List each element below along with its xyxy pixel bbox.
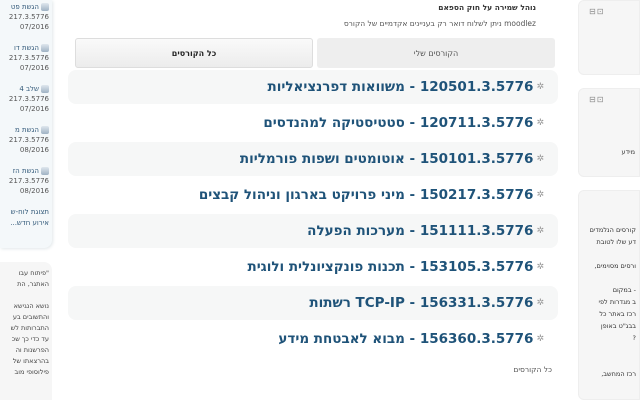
info-line: עד כדי כך שכ (11, 335, 49, 343)
info-line: הפרשנות וה (15, 346, 49, 354)
info-line: ורסים מסוימים, (594, 262, 636, 270)
course-icon: ✲ (536, 334, 544, 344)
tab-my-courses[interactable]: הקורסים שלי (317, 38, 555, 68)
event-course: 217.3.5776 (8, 54, 49, 62)
event-item[interactable]: הגשת מ 217.3.5776 08/2016 (2, 125, 49, 155)
info-line (2, 290, 49, 301)
course-icon: ✲ (536, 262, 544, 272)
course-icon: ✲ (536, 154, 544, 164)
event-date: 07/2016 (19, 105, 49, 113)
main-content: נוהל שמירה על חוק הספאם moodlez ניתן לשל… (68, 0, 558, 400)
assignment-icon (41, 167, 49, 175)
course-icon: ✲ (536, 118, 544, 128)
event-title[interactable]: הגשת מ (15, 126, 39, 134)
course-link[interactable]: 120711.3.5776 - סטטיסטיקה למהנדסים (263, 115, 533, 131)
info-line: רכז המחשב, (601, 370, 636, 378)
event-title[interactable]: הגשת הז (13, 167, 39, 175)
right-block-3: קורסים הנלמדים דע שלו לטובת ורסים מסוימים,… (578, 190, 640, 400)
event-course: 217.3.5776 (8, 136, 49, 144)
course-row: ✲ 156360.3.5776 - מבוא לאבטחת מידע (68, 322, 558, 356)
event-item[interactable]: הגשת דו 217.3.5776 07/2016 (2, 43, 49, 73)
info-line: - במקום (612, 286, 636, 294)
info-line: האתגר, הת (17, 280, 49, 288)
event-title[interactable]: הגשת פט (11, 3, 39, 11)
right-block-text: מידע (621, 148, 636, 156)
info-line: ב מגדרות לפי (598, 298, 636, 306)
course-link[interactable]: 151111.3.5776 - מערכות הפעלה (307, 223, 533, 239)
assignment-icon (41, 85, 49, 93)
info-line: נושא הנגישא (13, 302, 49, 310)
course-row: ✲ 120711.3.5776 - סטטיסטיקה למהנדסים (68, 106, 558, 140)
course-row: ✲ 156331.3.5776 - TCP-IP רשתות (68, 286, 558, 320)
info-line: "פיתוח עבו (18, 269, 49, 277)
course-row: ✲ 150217.3.5776 - מיני פרויקט בארגון וניה… (68, 178, 558, 212)
event-title[interactable]: הגשת דו (14, 44, 39, 52)
course-row: ✲ 151111.3.5776 - מערכות הפעלה (68, 214, 558, 248)
notice-text: moodlez ניתן לשלוח דואר רק בעניינים אקדמ… (343, 19, 536, 28)
info-line: והתשובים בע (12, 313, 49, 321)
dock-collapse-icon[interactable]: ⊡⊟ (589, 7, 604, 16)
info-line (582, 344, 636, 356)
info-line: התברותות לש (10, 324, 49, 332)
assignment-icon (41, 126, 49, 134)
info-line (582, 356, 636, 368)
info-line (582, 272, 636, 284)
info-line: דע שלו לטובת (596, 238, 636, 246)
event-date: 08/2016 (19, 146, 49, 154)
upcoming-events-block: הגשת פט 217.3.5776 07/2016 הגשת דו 217.3.577… (0, 0, 52, 248)
event-date: 08/2016 (19, 187, 49, 195)
all-courses-link[interactable]: כל הקורסים (513, 365, 552, 374)
info-line: ? (632, 334, 636, 342)
event-course: 217.3.5776 (8, 177, 49, 185)
event-title[interactable]: שלב 4 (19, 85, 39, 93)
info-line: פילוסופי מוב (14, 368, 50, 376)
calendar-links: תצוגת לוח-ש אירוע חדש... (2, 207, 49, 229)
info-line: קורסים הנלמדים (589, 226, 636, 234)
tab-all-courses[interactable]: כל הקורסים (75, 38, 313, 68)
course-link[interactable]: 150217.3.5776 - מיני פרויקט בארגון וניהו… (199, 187, 534, 203)
info-line: רכז באתר כל (599, 310, 636, 318)
dock-collapse-icon[interactable]: ⊡⊟ (589, 95, 604, 104)
new-event-link[interactable]: אירוע חדש... (2, 218, 49, 229)
course-link[interactable]: 120501.3.5776 - משוואות דפרנציאליות (268, 79, 534, 95)
course-row: ✲ 150101.3.5776 - אוטומטים ושפות פורמליות (68, 142, 558, 176)
course-link[interactable]: 153105.3.5776 - תכנות פונקציונלית ולוגית (247, 259, 533, 275)
course-link[interactable]: 150101.3.5776 - אוטומטים ושפות פורמליות (240, 151, 534, 167)
event-date: 07/2016 (19, 64, 49, 72)
course-icon: ✲ (536, 226, 544, 236)
course-icon: ✲ (536, 190, 544, 200)
assignment-icon (41, 44, 49, 52)
info-line: בהרצאתו של (12, 357, 49, 365)
event-course: 217.3.5776 (8, 95, 49, 103)
notice-title: נוהל שמירה על חוק הספאם (438, 3, 536, 12)
course-icon: ✲ (536, 298, 544, 308)
course-link[interactable]: 156360.3.5776 - מבוא לאבטחת מידע (278, 331, 533, 347)
assignment-icon (41, 3, 49, 11)
right-block-2: ⊡⊟ מידע (578, 88, 640, 177)
course-icon: ✲ (536, 82, 544, 92)
event-item[interactable]: הגשת פט 217.3.5776 07/2016 (2, 2, 49, 32)
course-row: ✲ 153105.3.5776 - תכנות פונקציונלית ולוגי… (68, 250, 558, 284)
right-block-1: ⊡⊟ (578, 0, 640, 75)
event-date: 07/2016 (19, 23, 49, 31)
calendar-link[interactable]: תצוגת לוח-ש (2, 207, 49, 218)
course-row: ✲ 120501.3.5776 - משוואות דפרנציאליות (68, 70, 558, 104)
info-line (582, 248, 636, 260)
event-item[interactable]: שלב 4 217.3.5776 07/2016 (2, 84, 49, 114)
event-item[interactable]: הגשת הז 217.3.5776 08/2016 (2, 166, 49, 196)
course-link[interactable]: 156331.3.5776 - TCP-IP רשתות (309, 295, 533, 311)
info-line: בבג"ט באופן (600, 322, 636, 330)
event-course: 217.3.5776 (8, 13, 49, 21)
info-block-left: "פיתוח עבו האתגר, הת נושא הנגישא והתשובים ב… (0, 262, 52, 400)
